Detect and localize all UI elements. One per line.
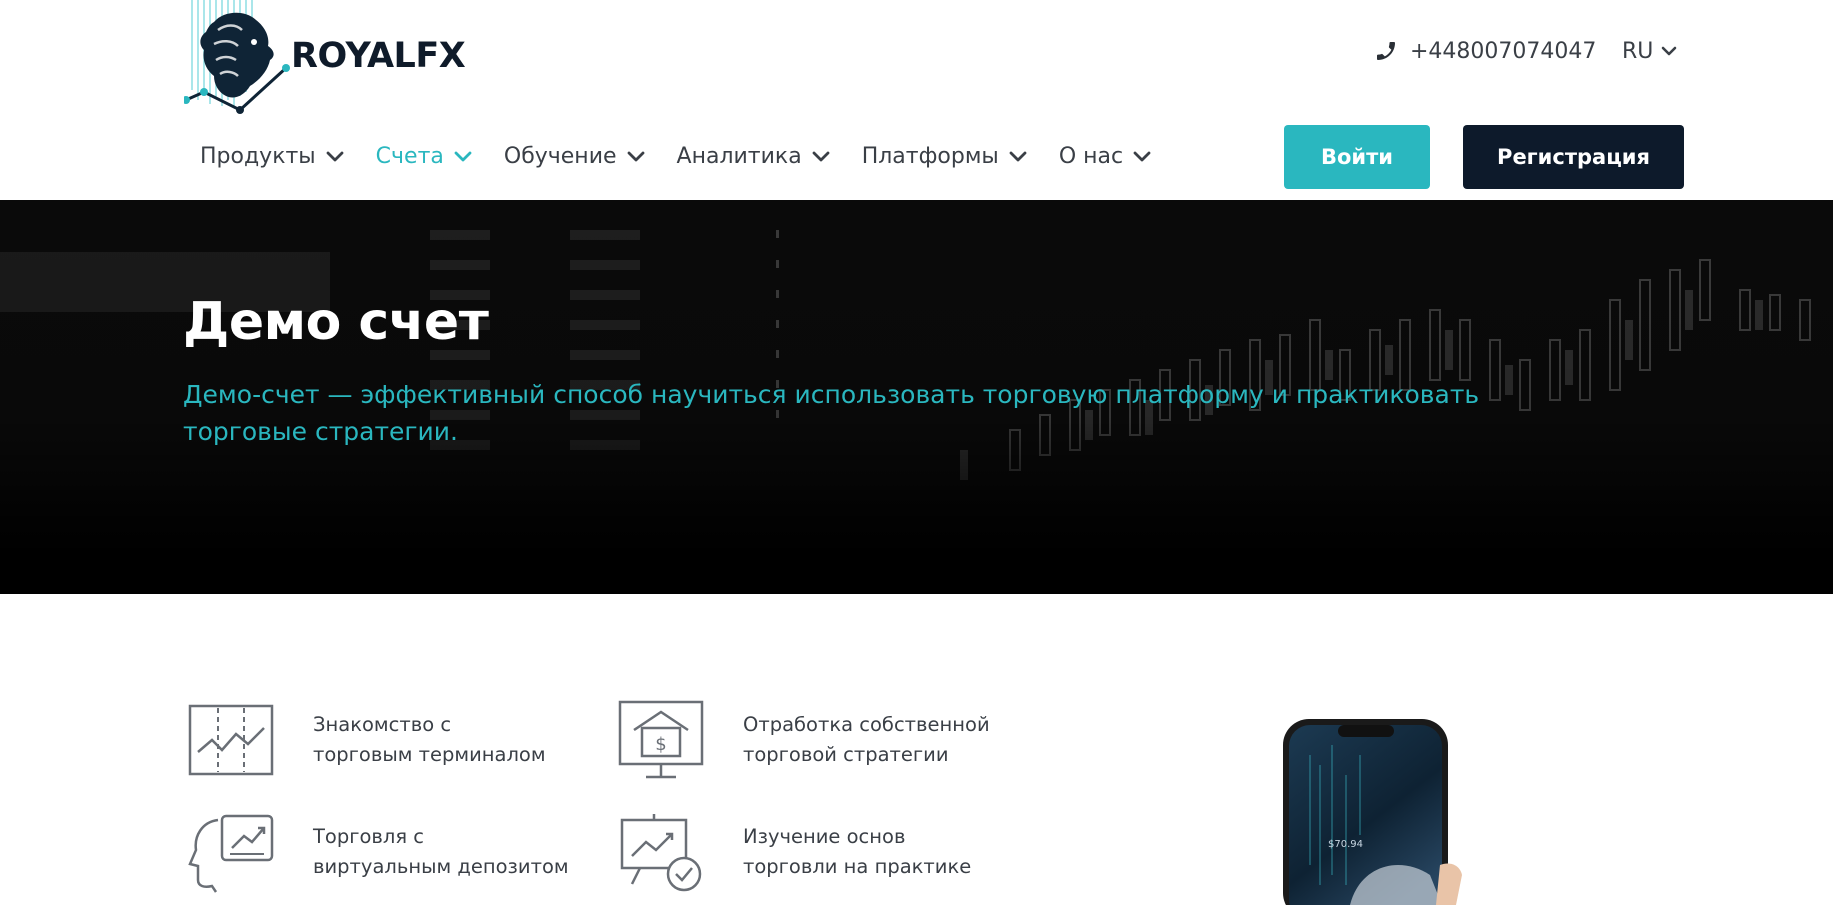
feature-text-line: Торговля с [313,825,425,848]
dollar-house-monitor-icon: $ [618,700,704,779]
feature-text: Отработка собственной торговой стратегии [743,710,1033,770]
site-header: ROYALFX +448007074047 RU Продукты Счета … [0,0,1833,200]
chart-board-icon [188,704,274,776]
chevron-down-icon [454,151,472,162]
chevron-down-icon [1133,151,1151,162]
phone-number: +448007074047 [1410,38,1597,64]
feature-text-line: торговли на практике [743,855,972,878]
feature-item: Изучение основ торговли на практике [618,812,971,894]
feature-text: Знакомство с торговым терминалом [313,710,603,770]
register-button[interactable]: Регистрация [1463,125,1684,189]
login-button[interactable]: Войти [1284,125,1430,189]
feature-text: Торговля с виртуальным депозитом [313,822,603,882]
feature-text-line: Отработка собственной [743,713,990,736]
chevron-down-icon [812,151,830,162]
head-chart-icon [188,814,274,893]
page-title: Демо счет [183,292,489,352]
nav-label: Обучение [503,143,617,169]
feature-item: Знакомство с торговым терминалом [188,700,546,782]
language-label: RU [1622,38,1654,64]
nav-label: Аналитика [676,143,802,169]
svg-text:$70.94: $70.94 [1328,839,1363,850]
nav-label: Платформы [861,143,999,169]
language-selector[interactable]: RU [1622,36,1677,66]
feature-text-line: виртуальным депозитом [313,855,569,878]
chevron-down-icon [627,151,644,162]
svg-text:$: $ [655,734,666,755]
logo-link[interactable]: ROYALFX [184,0,466,116]
nav-item-accounts[interactable]: Счета [376,144,472,169]
nav-item-education[interactable]: Обучение [504,144,645,169]
feature-text-line: торговой стратегии [743,743,949,766]
nav-item-about[interactable]: О нас [1059,144,1151,169]
feature-text-line: Изучение основ [743,825,906,848]
presentation-check-icon [620,814,702,892]
hero-banner: Демо счет Демо-счет — эффективный способ… [0,200,1833,594]
feature-text-line: торговым терминалом [313,743,546,766]
chevron-down-icon [1662,46,1677,56]
nav-item-platforms[interactable]: Платформы [862,144,1027,169]
chevron-down-icon [1009,151,1027,162]
phone-contact[interactable]: +448007074047 [1374,36,1596,66]
nav-label: Счета [375,143,444,169]
feature-item: $ Отработка собственной торговой стратег… [618,700,990,782]
nav-item-analytics[interactable]: Аналитика [677,144,830,169]
page-subtitle: Демо-счет — эффективный способ научиться… [183,380,1480,446]
phone-icon [1377,42,1395,60]
smartphone-image: $70.94 [1283,719,1462,905]
nav-label: О нас [1058,143,1124,169]
nav-label: Продукты [200,143,316,169]
logo-text: ROYALFX [291,36,466,76]
main-nav: Продукты Счета Обучение Аналитика Платфо… [200,138,1183,174]
lion-logo-icon [184,0,290,114]
feature-text-line: Знакомство с [313,713,452,736]
nav-item-products[interactable]: Продукты [200,144,344,169]
chevron-down-icon [326,151,344,162]
feature-text: Изучение основ торговли на практике [743,822,1033,882]
feature-item: Торговля с виртуальным депозитом [188,812,569,894]
